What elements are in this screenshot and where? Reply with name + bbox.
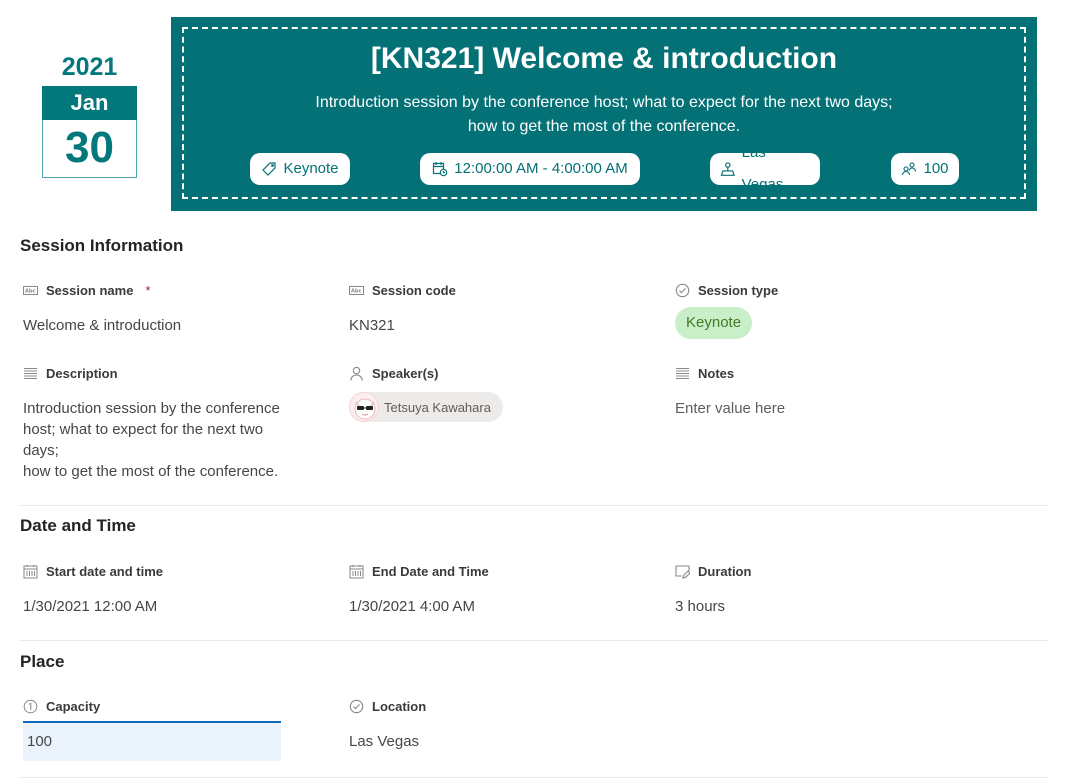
choice-check-icon	[675, 283, 690, 297]
calendar-clock-icon	[433, 162, 448, 177]
banner-description: Introduction session by the conference h…	[244, 91, 964, 139]
calendar-icon	[349, 564, 364, 578]
field-label: Capacity	[23, 697, 323, 715]
session-code-value[interactable]: KN321	[349, 315, 649, 336]
time-pill-label: 12:00:00 AM - 4:00:00 AM	[454, 160, 628, 177]
field-label: Location	[349, 697, 649, 715]
text-field-icon: Abc	[349, 285, 364, 295]
date-month: Jan	[42, 86, 137, 120]
field-session-code[interactable]: Abc Session code KN321	[349, 281, 649, 336]
banner-description-line: how to get the most of the conference.	[467, 118, 741, 135]
end-date-value[interactable]: 1/30/2021 4:00 AM	[349, 596, 649, 617]
required-indicator: *	[145, 282, 151, 298]
section-divider	[19, 777, 1048, 778]
field-label: Speaker(s)	[349, 364, 649, 382]
capacity-input[interactable]: 100	[23, 721, 281, 761]
field-start-date[interactable]: Start date and time 1/30/2021 12:00 AM	[23, 562, 323, 617]
date-day: 30	[42, 120, 137, 178]
session-name-value[interactable]: Welcome & introduction	[23, 315, 323, 336]
speaker-persona[interactable]: Tetsuya Kawahara	[349, 392, 503, 422]
field-location[interactable]: Location Las Vegas	[349, 697, 649, 752]
avatar	[349, 392, 379, 422]
field-capacity[interactable]: Capacity 100	[23, 697, 323, 761]
location-pill: Las Vegas	[710, 144, 820, 193]
section-title-date-and-time: Date and Time	[20, 516, 136, 535]
field-label: End Date and Time	[349, 562, 649, 580]
field-session-type[interactable]: Session type Keynote	[675, 281, 975, 339]
text-field-icon: Abc	[23, 285, 38, 295]
field-label: Duration	[675, 562, 975, 580]
field-label: Start date and time	[23, 562, 323, 580]
notes-input[interactable]: Enter value here	[675, 398, 975, 419]
svg-text:Abc: Abc	[25, 288, 35, 294]
field-label: Session type	[675, 281, 975, 299]
capacity-pill: 100	[891, 153, 959, 185]
section-divider	[19, 640, 1048, 641]
field-label: Notes	[675, 364, 975, 382]
multiline-text-icon	[676, 367, 689, 379]
resize-handle[interactable]	[579, 211, 585, 215]
section-title-place: Place	[20, 652, 65, 671]
person-icon	[350, 366, 363, 381]
calendar-icon	[23, 564, 38, 578]
banner-selection-outline: [KN321] Welcome & introduction Introduct…	[182, 27, 1026, 199]
date-year: 2021	[61, 53, 118, 81]
tag-icon	[262, 162, 277, 176]
date-tile: 2021 Jan 30	[42, 52, 137, 178]
start-date-value[interactable]: 1/30/2021 12:00 AM	[23, 596, 323, 617]
field-label: Description	[23, 364, 313, 382]
field-notes[interactable]: Notes Enter value here	[675, 364, 975, 419]
svg-text:Abc: Abc	[351, 288, 361, 294]
session-header-banner[interactable]: [KN321] Welcome & introduction Introduct…	[171, 17, 1037, 215]
duration-icon	[675, 564, 690, 579]
section-divider	[19, 505, 1048, 506]
field-duration[interactable]: Duration 3 hours	[675, 562, 975, 617]
number-icon	[23, 699, 38, 713]
field-label: Abc Session name *	[23, 282, 151, 298]
duration-value[interactable]: 3 hours	[675, 596, 975, 617]
avatar-image-icon	[354, 398, 376, 420]
type-pill: Keynote	[250, 153, 350, 185]
banner-description-line: Introduction session by the conference h…	[315, 94, 893, 111]
field-description[interactable]: Description Introduction session by the …	[23, 364, 313, 482]
description-value[interactable]: Introduction session by the conference h…	[23, 398, 313, 482]
multiline-text-icon	[24, 367, 37, 379]
capacity-pill-label: 100	[923, 160, 949, 177]
field-label: Abc Session code	[349, 282, 456, 298]
banner-title: [KN321] Welcome & introduction	[370, 42, 838, 75]
session-type-badge[interactable]: Keynote	[675, 307, 753, 339]
location-icon	[720, 162, 735, 176]
field-session-name[interactable]: Abc Session name * Welcome & introduction	[23, 281, 323, 336]
location-pill-label: Las Vegas	[741, 144, 784, 193]
choice-check-icon	[349, 699, 364, 713]
field-speakers[interactable]: Speaker(s) Tetsuya Kawahara	[349, 364, 649, 427]
speaker-name: Tetsuya Kawahara	[384, 399, 491, 415]
location-value[interactable]: Las Vegas	[349, 731, 649, 752]
people-icon	[902, 162, 917, 176]
field-end-date[interactable]: End Date and Time 1/30/2021 4:00 AM	[349, 562, 649, 617]
section-title-session-information: Session Information	[20, 236, 184, 255]
type-pill-label: Keynote	[283, 160, 339, 177]
time-pill: 12:00:00 AM - 4:00:00 AM	[420, 153, 640, 185]
